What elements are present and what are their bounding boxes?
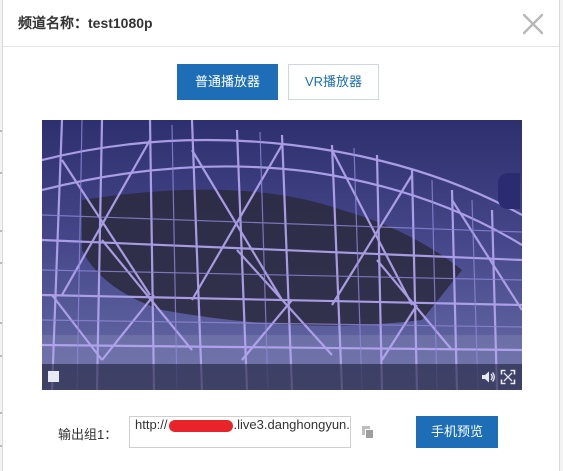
output-group-row: 输出组1： http:// .live3.danghongyun. 手机预览 <box>3 414 559 450</box>
output-group-label: 输出组1： <box>58 427 118 442</box>
close-icon[interactable] <box>521 12 545 36</box>
stop-icon[interactable] <box>48 371 59 382</box>
copy-icon[interactable] <box>361 425 375 439</box>
preview-dialog: 频道名称：test1080p 普通播放器 VR播放器 输出组1： http://… <box>2 0 560 471</box>
dialog-header: 频道名称：test1080p <box>3 0 559 47</box>
tab-normal-player[interactable]: 普通播放器 <box>177 64 278 100</box>
redaction-mark <box>168 419 233 432</box>
dialog-title: 频道名称：test1080p <box>18 15 153 31</box>
video-player[interactable] <box>42 120 522 390</box>
player-tabs: 普通播放器 VR播放器 <box>177 64 379 100</box>
fullscreen-icon[interactable] <box>500 369 516 385</box>
video-frame <box>42 120 522 390</box>
volume-icon[interactable] <box>480 369 496 385</box>
tab-vr-player[interactable]: VR播放器 <box>288 64 379 100</box>
overlay-badge <box>498 173 520 209</box>
url-prefix: http:// <box>135 417 168 432</box>
player-controls <box>42 364 522 390</box>
url-suffix: .live3.danghongyun. <box>233 417 350 432</box>
mobile-preview-button[interactable]: 手机预览 <box>416 416 498 448</box>
output-url-field[interactable]: http:// .live3.danghongyun. <box>129 416 351 448</box>
